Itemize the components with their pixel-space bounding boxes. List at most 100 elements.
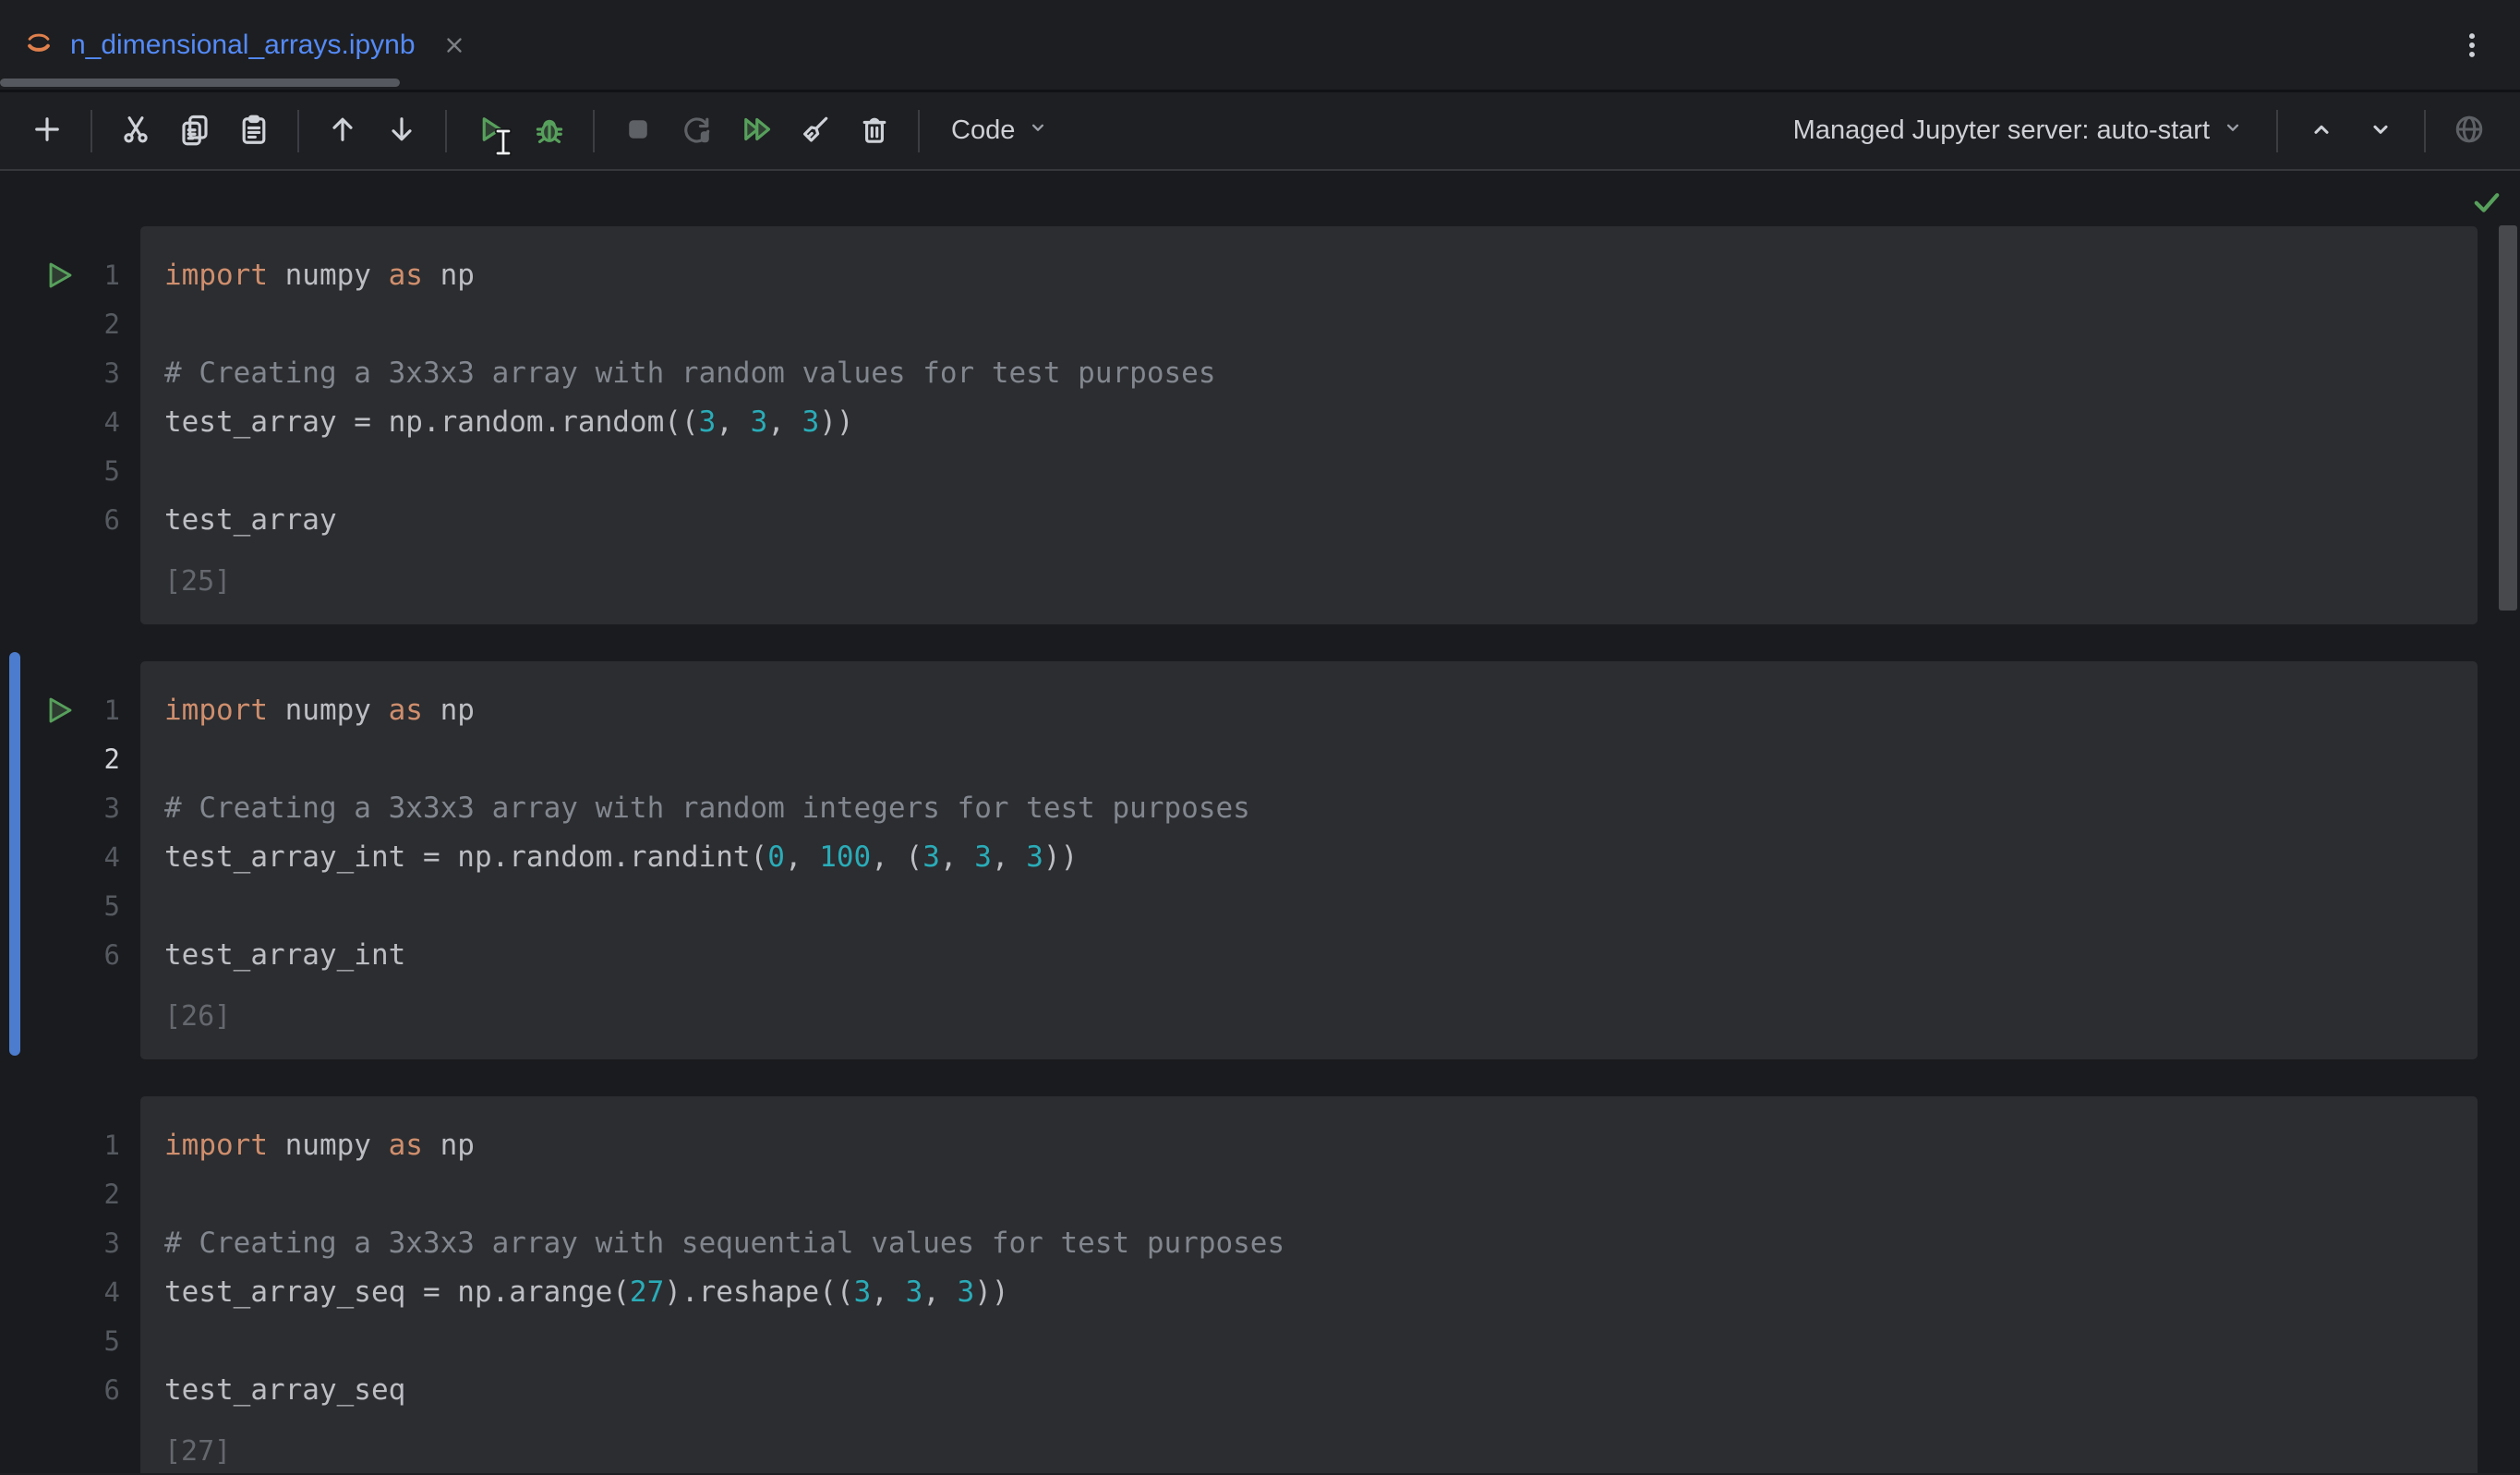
line-number: 2: [0, 300, 140, 349]
play-icon: [42, 259, 76, 295]
toolbar-separator: [2424, 110, 2426, 152]
cell-gutter: 123456: [0, 1096, 140, 1473]
line-number: 4: [0, 833, 140, 882]
notebook-toolbar: Code Managed Jupyter server: auto-start: [0, 92, 2520, 171]
jupyter-server-label: Managed Jupyter server: auto-start: [1793, 115, 2210, 146]
cut-icon: [119, 113, 152, 149]
code-line[interactable]: [164, 1317, 2459, 1366]
editor-scrollbar: [2496, 171, 2520, 1473]
close-tab-icon[interactable]: [438, 29, 471, 62]
scrollbar-thumb[interactable]: [2499, 225, 2517, 611]
line-number: 5: [0, 1317, 140, 1366]
run-all-button[interactable]: [731, 106, 781, 156]
notebook-cell: 123456 import numpy as np # Creating a 3x3…: [0, 1096, 2520, 1473]
tab-n-dimensional-arrays[interactable]: n_dimensional_arrays.ipynb: [0, 0, 493, 90]
code-line[interactable]: test_array = np.random.random((3, 3, 3)): [164, 398, 2459, 447]
code-line[interactable]: [164, 300, 2459, 349]
copy-button[interactable]: [170, 106, 220, 156]
code-line[interactable]: # Creating a 3x3x3 array with random int…: [164, 784, 2459, 833]
execution-count: [26]: [164, 992, 2459, 1041]
open-in-browser-button[interactable]: [2444, 106, 2494, 156]
debug-button[interactable]: [524, 106, 574, 156]
stop-icon: [621, 113, 655, 149]
code-line[interactable]: [164, 1170, 2459, 1219]
arrow-down-icon: [385, 113, 418, 149]
editor-tab-bar: n_dimensional_arrays.ipynb: [0, 0, 2520, 92]
code-line[interactable]: import numpy as np: [164, 686, 2459, 735]
toolbar-separator: [2276, 110, 2278, 152]
jupyter-notebook-icon: [24, 28, 54, 62]
line-number: 3: [0, 349, 140, 398]
toolbar-separator: [445, 110, 447, 152]
code-line[interactable]: test_array_seq = np.arange(27).reshape((…: [164, 1268, 2459, 1317]
code-line[interactable]: test_array_int = np.random.randint(0, 10…: [164, 833, 2459, 882]
code-line[interactable]: [164, 882, 2459, 931]
clear-icon: [799, 113, 832, 149]
tab-title: n_dimensional_arrays.ipynb: [70, 30, 416, 61]
trash-icon: [858, 113, 891, 149]
next-cell-button[interactable]: [2356, 106, 2405, 156]
code-line[interactable]: # Creating a 3x3x3 array with sequential…: [164, 1219, 2459, 1268]
code-line[interactable]: # Creating a 3x3x3 array with random val…: [164, 349, 2459, 398]
chevron-down-icon: [2221, 115, 2245, 147]
clear-button[interactable]: [790, 106, 840, 156]
execution-count: [27]: [164, 1427, 2459, 1473]
notebook-editor: 123456import numpy as np# Creating a 3x3…: [0, 171, 2520, 1473]
jupyter-server-selector[interactable]: Managed Jupyter server: auto-start: [1780, 106, 2258, 156]
cut-button[interactable]: [111, 106, 161, 156]
chevron-down-icon: [1026, 115, 1050, 147]
chevron-up-icon: [2307, 115, 2336, 147]
add-button[interactable]: [22, 106, 72, 156]
debug-icon: [533, 113, 566, 149]
more-options-kebab-icon[interactable]: [2448, 21, 2496, 69]
toolbar-separator: [918, 110, 920, 152]
run-cell-button[interactable]: [41, 258, 78, 295]
tabstrip-scrollbar-thumb[interactable]: [0, 79, 400, 87]
toolbar-separator: [297, 110, 299, 152]
globe-icon: [2453, 113, 2486, 149]
code-line[interactable]: [164, 447, 2459, 496]
line-number: 5: [0, 447, 140, 496]
code-line[interactable]: [164, 735, 2459, 784]
cell-type-label: Code: [951, 115, 1015, 146]
add-icon: [30, 113, 64, 149]
stop-button[interactable]: [613, 106, 663, 156]
restart-icon: [681, 113, 714, 149]
previous-cell-button[interactable]: [2297, 106, 2346, 156]
line-number: 5: [0, 882, 140, 931]
paste-icon: [237, 113, 271, 149]
arrow-up-icon: [326, 113, 359, 149]
line-number: 2: [0, 1170, 140, 1219]
line-number: 6: [0, 931, 140, 980]
code-line[interactable]: import numpy as np: [164, 1121, 2459, 1170]
code-line[interactable]: test_array: [164, 496, 2459, 545]
restart-button[interactable]: [672, 106, 722, 156]
run-button[interactable]: [465, 106, 515, 156]
cell-code-editor[interactable]: import numpy as np # Creating a 3x3x3 arr…: [140, 1096, 2478, 1473]
execution-count: [25]: [164, 557, 2459, 606]
cell-gutter: 123456: [0, 226, 140, 624]
toolbar-separator: [593, 110, 595, 152]
play-icon: [42, 694, 76, 730]
run-cell-button[interactable]: [41, 693, 78, 730]
cell-type-dropdown[interactable]: Code: [938, 106, 1063, 156]
notebook-cell: 123456 import numpy as np # Creating a 3x3…: [0, 661, 2520, 1059]
cell-gutter: 123456: [0, 661, 140, 1059]
toolbar-separator: [90, 110, 92, 152]
run-all-icon: [740, 113, 773, 149]
arrow-down-button[interactable]: [377, 106, 427, 156]
code-line[interactable]: import numpy as np: [164, 251, 2459, 300]
paste-button[interactable]: [229, 106, 279, 156]
line-number: 6: [0, 496, 140, 545]
copy-icon: [178, 113, 211, 149]
line-number: 1: [0, 1121, 140, 1170]
cell-code-editor[interactable]: import numpy as np # Creating a 3x3x3 arr…: [140, 661, 2478, 1059]
line-number: 3: [0, 1219, 140, 1268]
code-line[interactable]: test_array_seq: [164, 1366, 2459, 1415]
cell-code-editor[interactable]: import numpy as np # Creating a 3x3x3 arr…: [140, 226, 2478, 624]
trash-button[interactable]: [850, 106, 899, 156]
line-number: 4: [0, 398, 140, 447]
arrow-up-button[interactable]: [318, 106, 368, 156]
line-number: 3: [0, 784, 140, 833]
code-line[interactable]: test_array_int: [164, 931, 2459, 980]
